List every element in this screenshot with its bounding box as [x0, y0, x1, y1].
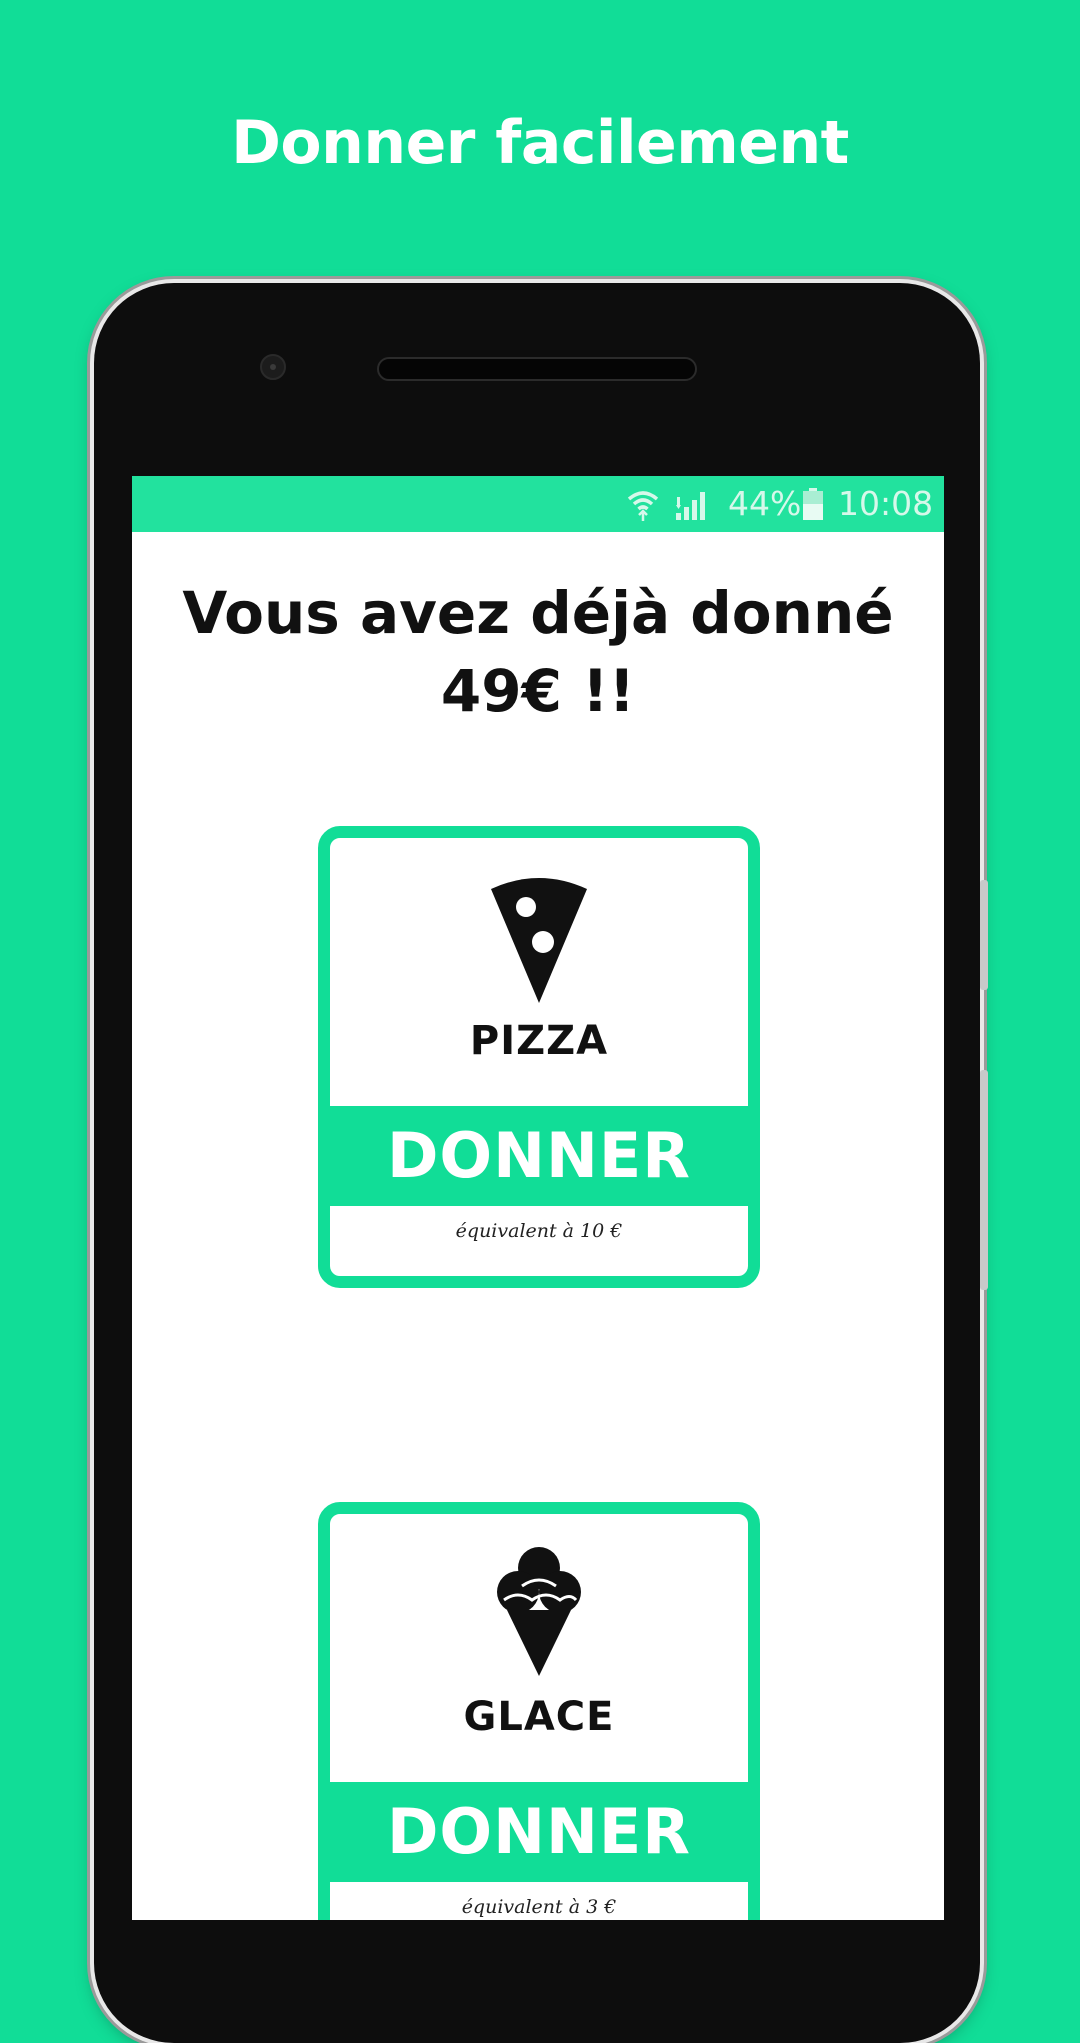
donation-card-pizza[interactable]: PIZZA DONNER équivalent à 10 €: [318, 826, 760, 1288]
donate-button-glace[interactable]: DONNER: [330, 1782, 748, 1882]
earpiece-speaker: [377, 357, 697, 381]
status-bar: 44% 10:08: [132, 476, 944, 532]
battery-percent: 44%: [728, 484, 802, 523]
donation-total-amount: 49€ !!: [440, 657, 636, 725]
equivalent-value-glace: équivalent à 3 €: [461, 1896, 617, 1918]
power-button: [980, 1070, 988, 1290]
equivalent-value-pizza: équivalent à 10 €: [455, 1220, 623, 1242]
front-camera: [260, 354, 286, 380]
phone-screen: 44% 10:08 Vous avez déjà donné 49€ !! PI…: [132, 476, 944, 1920]
volume-button: [980, 880, 988, 990]
item-label-glace: GLACE: [463, 1694, 615, 1740]
donation-card-glace[interactable]: GLACE DONNER équivalent à 3 €: [318, 1502, 760, 1920]
donation-total-heading: Vous avez déjà donné 49€ !!: [132, 574, 944, 730]
wifi-icon: [626, 489, 660, 529]
status-clock: 10:08: [838, 484, 934, 523]
promo-headline: Donner facilement: [231, 108, 849, 178]
ice-cream-cone-icon: [330, 1540, 748, 1681]
item-label-pizza: PIZZA: [469, 1018, 609, 1064]
donation-total-line1: Vous avez déjà donné: [182, 579, 894, 647]
donate-button-pizza[interactable]: DONNER: [330, 1106, 748, 1206]
pizza-slice-icon: [330, 875, 748, 1008]
battery-icon: [802, 488, 824, 528]
cell-signal-icon: [674, 489, 708, 529]
